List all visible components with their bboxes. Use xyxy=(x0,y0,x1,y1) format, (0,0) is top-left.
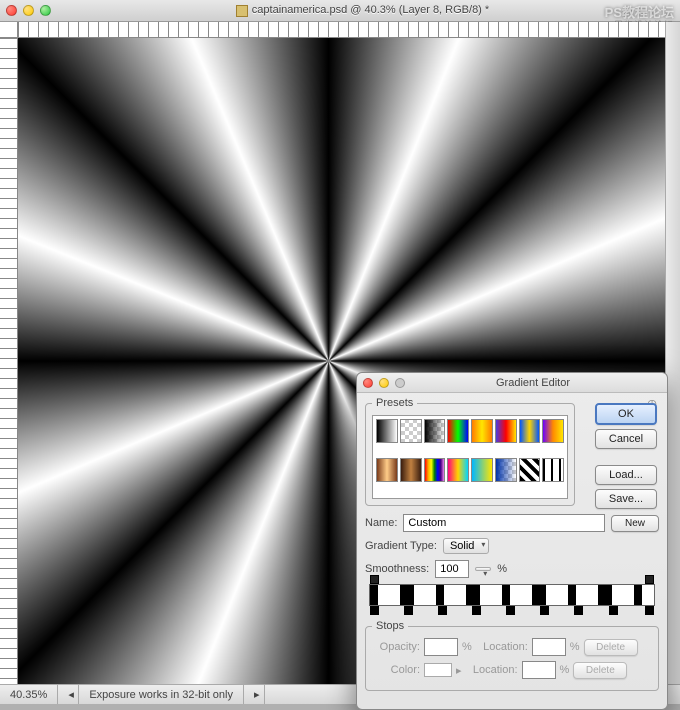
color-stop[interactable] xyxy=(506,606,515,615)
preset-swatch[interactable] xyxy=(400,458,422,482)
color-stop[interactable] xyxy=(370,606,379,615)
window-title: captainamerica.psd @ 40.3% (Layer 8, RGB… xyxy=(51,4,674,16)
delete-opacity-button: Delete xyxy=(584,639,638,656)
gradient-bar[interactable] xyxy=(369,584,655,606)
color-location-input xyxy=(522,661,556,679)
presets-fieldset: Presets xyxy=(365,397,575,506)
save-button[interactable]: Save... xyxy=(595,489,657,509)
color-stop[interactable] xyxy=(645,606,654,615)
stops-fieldset: Stops Opacity: % Location: % Delete Colo… xyxy=(365,620,659,691)
presets-grid[interactable] xyxy=(372,415,568,499)
color-stop[interactable] xyxy=(609,606,618,615)
dialog-button-column: OK Cancel Load... Save... xyxy=(595,403,657,509)
preset-swatch[interactable] xyxy=(447,419,469,443)
color-stop[interactable] xyxy=(574,606,583,615)
preset-swatch[interactable] xyxy=(519,419,541,443)
cancel-button[interactable]: Cancel xyxy=(595,429,657,449)
dialog-title: Gradient Editor xyxy=(405,377,661,389)
document-icon xyxy=(236,5,248,17)
color-stop[interactable] xyxy=(404,606,413,615)
window-title-bar: captainamerica.psd @ 40.3% (Layer 8, RGB… xyxy=(0,0,680,22)
load-button[interactable]: Load... xyxy=(595,465,657,485)
color-swatch xyxy=(424,663,452,677)
ruler-horizontal[interactable] xyxy=(18,22,665,38)
new-button[interactable]: New xyxy=(611,515,659,532)
smoothness-unit: % xyxy=(497,563,507,575)
smoothness-dropdown-icon[interactable] xyxy=(475,567,491,571)
opacity-input xyxy=(424,638,458,656)
name-input[interactable] xyxy=(403,514,605,532)
gradient-type-select[interactable]: Solid xyxy=(443,538,489,554)
delete-color-button: Delete xyxy=(573,662,627,679)
preset-swatch[interactable] xyxy=(424,419,446,443)
color-label: Color: xyxy=(372,664,420,676)
close-icon[interactable] xyxy=(6,5,17,16)
color-location-unit: % xyxy=(560,664,570,676)
zoom-icon[interactable] xyxy=(40,5,51,16)
dialog-title-bar[interactable]: Gradient Editor xyxy=(357,373,667,393)
status-next-icon[interactable]: ▸ xyxy=(244,685,265,704)
ruler-origin[interactable] xyxy=(0,22,18,38)
opacity-stop[interactable] xyxy=(645,575,654,584)
ruler-vertical[interactable] xyxy=(0,38,18,684)
color-stop[interactable] xyxy=(540,606,549,615)
ok-button[interactable]: OK xyxy=(595,403,657,425)
preset-swatch[interactable] xyxy=(471,419,493,443)
preset-swatch[interactable] xyxy=(376,419,398,443)
opacity-stop[interactable] xyxy=(370,575,379,584)
opacity-location-label: Location: xyxy=(476,641,528,653)
preset-swatch[interactable] xyxy=(376,458,398,482)
zoom-level[interactable]: 40.35% xyxy=(0,685,58,704)
preset-swatch[interactable] xyxy=(519,458,541,482)
preset-swatch[interactable] xyxy=(424,458,446,482)
preset-swatch[interactable] xyxy=(495,458,517,482)
traffic-lights xyxy=(6,5,51,16)
status-message: Exposure works in 32-bit only xyxy=(79,685,244,704)
preset-swatch[interactable] xyxy=(471,458,493,482)
dialog-close-icon[interactable] xyxy=(363,378,373,388)
preset-swatch[interactable] xyxy=(542,419,564,443)
opacity-location-unit: % xyxy=(570,641,580,653)
smoothness-label: Smoothness: xyxy=(365,563,429,575)
opacity-unit: % xyxy=(462,641,472,653)
minimize-icon[interactable] xyxy=(23,5,34,16)
color-location-label: Location: xyxy=(466,664,518,676)
color-stop[interactable] xyxy=(438,606,447,615)
preset-swatch[interactable] xyxy=(447,458,469,482)
presets-legend: Presets xyxy=(372,397,417,409)
color-stop[interactable] xyxy=(472,606,481,615)
preset-swatch[interactable] xyxy=(400,419,422,443)
name-label: Name: xyxy=(365,517,397,529)
status-prev-icon[interactable]: ◂ xyxy=(58,685,79,704)
dialog-zoom-icon xyxy=(395,378,405,388)
stops-legend: Stops xyxy=(372,620,408,632)
dialog-minimize-icon[interactable] xyxy=(379,378,389,388)
preset-swatch[interactable] xyxy=(542,458,564,482)
opacity-location-input xyxy=(532,638,566,656)
gradient-type-label: Gradient Type: xyxy=(365,540,437,552)
preset-swatch[interactable] xyxy=(495,419,517,443)
opacity-label: Opacity: xyxy=(372,641,420,653)
gradient-editor-dialog: Gradient Editor ◴ OK Cancel Load... Save… xyxy=(356,372,668,710)
smoothness-input[interactable] xyxy=(435,560,469,578)
